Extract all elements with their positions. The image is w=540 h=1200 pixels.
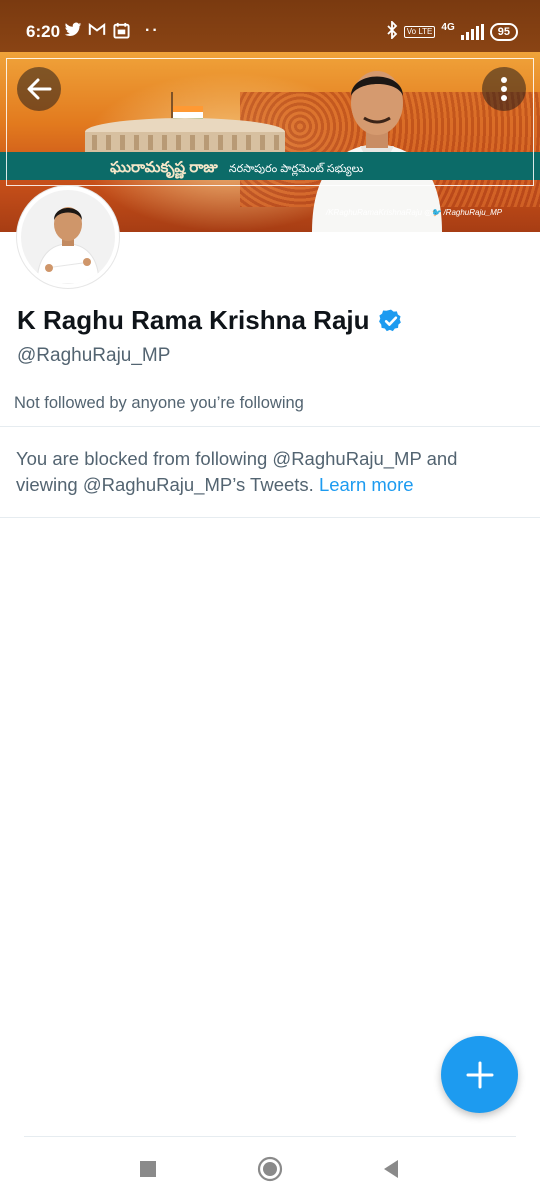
status-time: 6:20 (26, 22, 61, 41)
compose-tweet-button[interactable] (441, 1036, 518, 1113)
volte-icon: Vo LTE (403, 26, 436, 38)
calendar-icon (113, 22, 130, 44)
banner-caption: ఘురామకృష్ణ రాజు నరసాపురం పార్లమెంట్ సభ్య… (110, 159, 363, 180)
profile-handle: @RaghuRaju_MP (17, 345, 171, 366)
back-button[interactable] (17, 67, 61, 111)
banner-subtitle: నరసాపురం పార్లమెంట్ సభ్యులు (228, 163, 364, 175)
learn-more-link[interactable]: Learn more (319, 474, 414, 495)
twitter-icon (64, 22, 82, 43)
status-bar: 6:20 ·· Vo LTE 4G 95 (0, 0, 540, 52)
banner-social-handles: /KRaghuRamaKrishnaRaju ◎🐦 /RaghuRaju_MP (326, 208, 503, 217)
divider (0, 426, 540, 427)
more-notifications-icon: ·· (145, 22, 160, 39)
arrow-left-icon (27, 78, 52, 100)
divider (0, 517, 540, 518)
avatar[interactable] (17, 186, 119, 288)
verified-badge-icon (378, 309, 401, 331)
back-nav-button[interactable] (376, 1156, 406, 1182)
blocked-notice: You are blocked from following @RaghuRaj… (16, 446, 516, 498)
banner-person-image (312, 71, 442, 232)
battery-icon: 95 (489, 23, 518, 41)
profile-name: K Raghu Rama Krishna Raju (17, 305, 370, 335)
system-nav-bar (0, 1136, 540, 1200)
gmail-icon (88, 22, 106, 42)
network-type: 4G (441, 21, 455, 33)
home-button[interactable] (255, 1156, 285, 1182)
signal-icon (460, 24, 484, 40)
bluetooth-icon (386, 19, 398, 44)
banner-title: ఘురామకృష్ణ రాజు (110, 159, 218, 176)
plus-icon (466, 1061, 493, 1088)
parliament-image (85, 92, 285, 152)
square-icon (140, 1161, 156, 1177)
triangle-back-icon (384, 1160, 398, 1178)
profile-name-row: K Raghu Rama Krishna Raju (17, 305, 404, 336)
followers-you-know[interactable]: Not followed by anyone you’re following (14, 394, 304, 413)
circle-icon (257, 1156, 283, 1182)
more-options-button[interactable] (482, 67, 526, 111)
recents-button[interactable] (133, 1156, 163, 1182)
more-vertical-icon (501, 77, 507, 101)
